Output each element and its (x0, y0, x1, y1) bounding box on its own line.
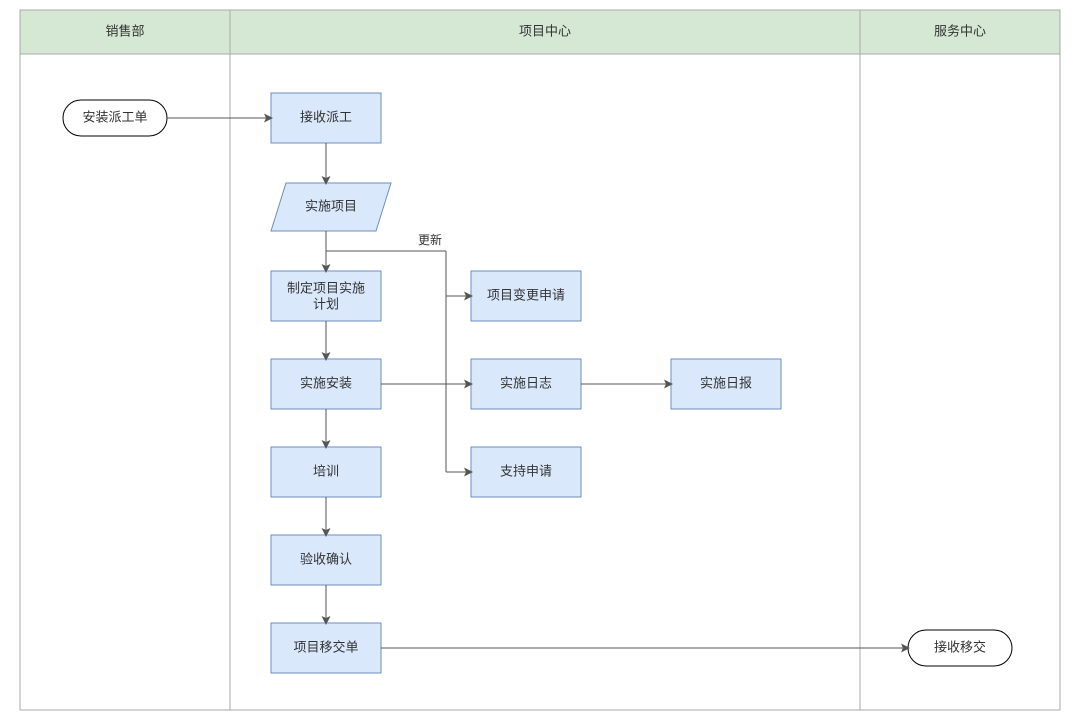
node-impl-daily-label: 实施日报 (700, 375, 752, 390)
swimlane-flowchart: 销售部 项目中心 服务中心 安装派工单 接收派工 实施项目 制定项目实施 计划 … (0, 0, 1077, 721)
lane-sales-label: 销售部 (105, 23, 144, 38)
lane-project-label: 项目中心 (519, 23, 571, 38)
node-receive-handover-label: 接收移交 (934, 639, 986, 654)
node-make-plan-label-2: 计划 (313, 296, 339, 311)
lane-service-label: 服务中心 (934, 23, 986, 38)
node-impl-install-label: 实施安装 (300, 375, 352, 390)
node-change-request-label: 项目变更申请 (487, 287, 565, 302)
edge-update-label: 更新 (418, 232, 442, 247)
node-make-plan-label-1: 制定项目实施 (287, 280, 365, 295)
node-dispatch-order-label: 安装派工单 (82, 109, 147, 124)
node-receive-dispatch-label: 接收派工 (300, 109, 352, 124)
node-impl-log-label: 实施日志 (500, 375, 552, 390)
node-handover-order-label: 项目移交单 (293, 639, 358, 654)
node-impl-project-label: 实施项目 (305, 198, 357, 213)
node-training-label: 培训 (313, 463, 339, 478)
node-support-request-label: 支持申请 (500, 463, 552, 478)
node-accept-confirm-label: 验收确认 (300, 551, 352, 566)
